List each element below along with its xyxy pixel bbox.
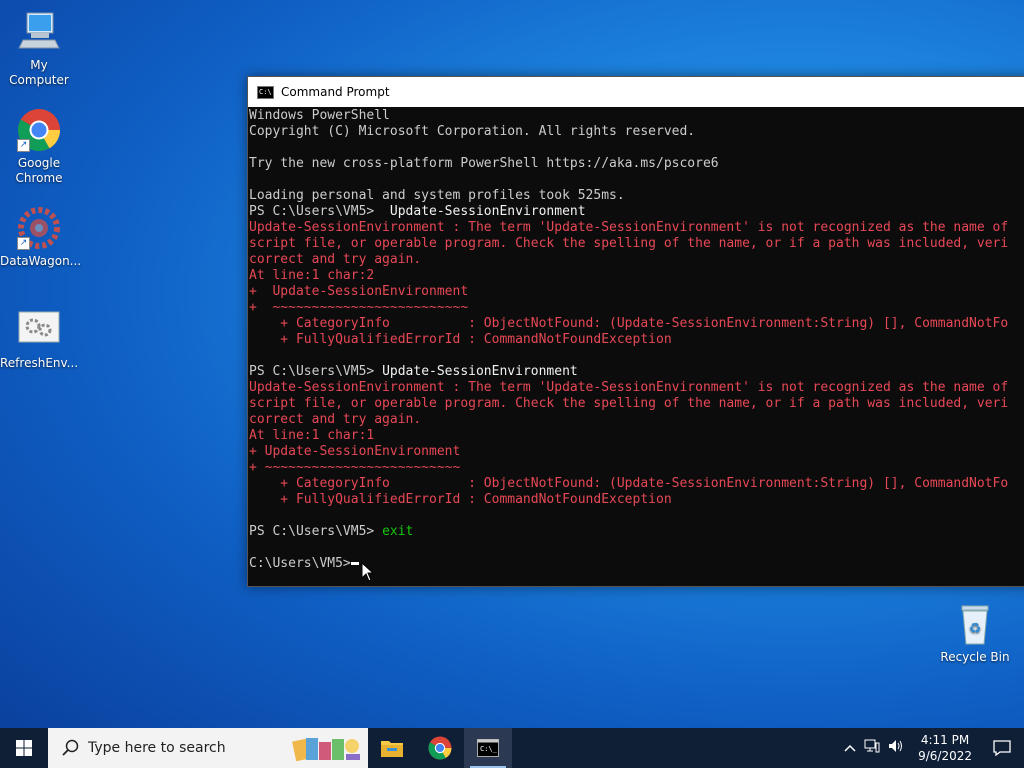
notification-center-button[interactable] xyxy=(980,728,1024,768)
console-command: Update-SessionEnvironment xyxy=(382,204,586,219)
taskbar: Type here to search C:\_ 4:11 PM 9/6/202… xyxy=(0,728,1024,768)
desktop-icon-google-chrome[interactable]: ↗ Google Chrome xyxy=(0,108,78,186)
volume-icon[interactable] xyxy=(888,739,904,757)
console-line: + FullyQualifiedErrorId : CommandNotFoun… xyxy=(249,492,672,507)
console-prompt: PS C:\Users\VM5> xyxy=(249,524,383,539)
taskbar-search-box[interactable]: Type here to search xyxy=(48,728,368,768)
console-line: Update-SessionEnvironment : The term 'Up… xyxy=(249,380,1009,395)
console-line: + FullyQualifiedErrorId : CommandNotFoun… xyxy=(249,332,672,347)
mouse-pointer-icon xyxy=(361,561,375,586)
console-line: + CategoryInfo : ObjectNotFound: (Update… xyxy=(249,316,1009,331)
window-titlebar[interactable]: C:\ Command Prompt xyxy=(248,77,1024,107)
text-cursor xyxy=(350,562,359,565)
console-command: exit xyxy=(382,524,414,539)
console-output[interactable]: Windows PowerShell Copyright (C) Microsof… xyxy=(248,108,1024,586)
console-command: Update-SessionEnvironment xyxy=(382,364,578,379)
console-line: PS C:\Users\VM5> Update-SessionEnvironme… xyxy=(249,364,1024,380)
console-line: script file, or operable program. Check … xyxy=(249,396,1009,411)
datawagon-icon: ↗ xyxy=(17,206,61,250)
settings-file-icon xyxy=(17,308,61,352)
taskbar-command-prompt[interactable]: C:\_ xyxy=(464,728,512,768)
svg-text:♻: ♻ xyxy=(969,621,982,637)
start-button[interactable] xyxy=(0,728,48,768)
shortcut-arrow-icon: ↗ xyxy=(17,237,30,250)
console-line: At line:1 char:1 xyxy=(249,428,375,443)
search-icon xyxy=(62,739,79,756)
console-line: correct and try again. xyxy=(249,412,422,427)
svg-text:C:\_: C:\_ xyxy=(480,745,498,753)
desktop-icon-my-computer[interactable]: My Computer xyxy=(0,10,78,88)
network-icon[interactable] xyxy=(864,739,880,757)
console-line: + CategoryInfo : ObjectNotFound: (Update… xyxy=(249,476,1009,491)
system-tray: 4:11 PM 9/6/2022 xyxy=(840,728,1024,768)
console-line: Loading personal and system profiles too… xyxy=(249,188,625,203)
search-placeholder: Type here to search xyxy=(88,740,226,756)
console-line: Try the new cross-platform PowerShell ht… xyxy=(249,156,719,171)
computer-icon xyxy=(17,10,61,54)
desktop-icon-label: Google Chrome xyxy=(15,156,63,185)
console-line: script file, or operable program. Check … xyxy=(249,236,1009,251)
console-line: + Update-SessionEnvironment xyxy=(249,284,469,299)
console-line: PS C:\Users\VM5> exit xyxy=(249,524,1024,540)
clock-date: 9/6/2022 xyxy=(918,749,972,763)
command-prompt-window[interactable]: C:\ Command Prompt Windows PowerShell Cop… xyxy=(247,76,1024,587)
folder-icon xyxy=(381,741,403,757)
shortcut-arrow-icon: ↗ xyxy=(17,139,30,152)
taskbar-clock[interactable]: 4:11 PM 9/6/2022 xyxy=(918,732,972,764)
taskbar-file-explorer[interactable] xyxy=(368,728,416,768)
console-line: + ~~~~~~~~~~~~~~~~~~~~~~~~~ xyxy=(249,300,469,315)
chrome-icon: ↗ xyxy=(17,108,61,152)
console-line: + ~~~~~~~~~~~~~~~~~~~~~~~~~ xyxy=(249,460,461,475)
command-prompt-icon: C:\ xyxy=(257,85,274,99)
console-line: + Update-SessionEnvironment xyxy=(249,444,461,459)
taskbar-chrome[interactable] xyxy=(416,728,464,768)
chrome-icon xyxy=(428,736,452,760)
desktop-icon-label: Recycle Bin xyxy=(940,650,1010,664)
console-line: PS C:\Users\VM5> Update-SessionEnvironme… xyxy=(249,204,1024,220)
desktop-icon-label: My Computer xyxy=(9,58,69,87)
console-line: Windows PowerShell xyxy=(249,108,390,123)
recycle-bin-icon: ♻ xyxy=(953,602,997,646)
clock-time: 4:11 PM xyxy=(920,733,970,747)
console-prompt: PS C:\Users\VM5> xyxy=(249,204,383,219)
console-prompt: C:\Users\VM5> xyxy=(249,556,351,571)
console-line: Copyright (C) Microsoft Corporation. All… xyxy=(249,124,696,139)
console-prompt: PS C:\Users\VM5> xyxy=(249,364,383,379)
desktop-icon-refreshenv[interactable]: RefreshEnv... xyxy=(0,308,78,371)
console-line: At line:1 char:2 xyxy=(249,268,375,283)
notification-icon xyxy=(993,740,1011,756)
command-prompt-icon: C:\_ xyxy=(477,739,499,757)
console-line: Update-SessionEnvironment : The term 'Up… xyxy=(249,220,1009,235)
chevron-up-icon[interactable] xyxy=(844,741,856,756)
console-line: correct and try again. xyxy=(249,252,422,267)
desktop-icon-recycle-bin[interactable]: ♻ Recycle Bin xyxy=(936,602,1014,665)
desktop-icon-label: RefreshEnv... xyxy=(0,356,79,370)
desktop-icon-datawagon[interactable]: ↗ DataWagon... xyxy=(0,206,82,269)
desktop-icon-label: DataWagon... xyxy=(0,254,82,268)
windows-logo-icon xyxy=(16,740,32,756)
search-highlight-icon xyxy=(292,738,360,762)
window-title: Command Prompt xyxy=(281,85,390,99)
